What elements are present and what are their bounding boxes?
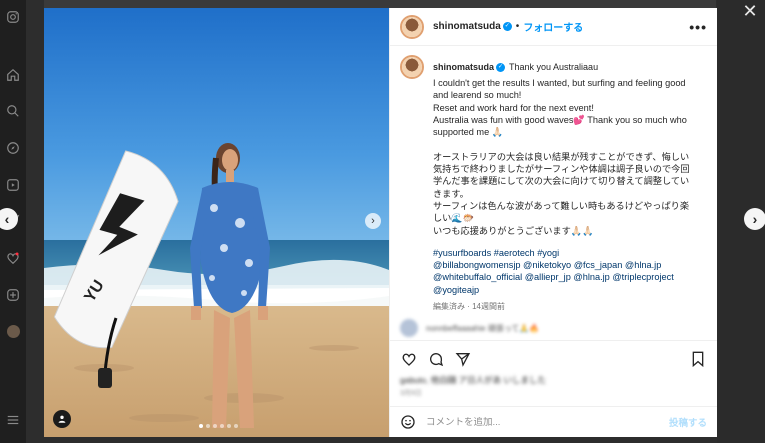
comment-input[interactable] [426,416,646,428]
edited-timestamp: 編集済み · 14週間前 [433,302,506,312]
next-post-button[interactable]: › [744,208,765,230]
post-photo[interactable]: YU › [44,8,389,437]
carousel-next-icon[interactable]: › [365,213,381,229]
commenter-avatar[interactable] [400,319,418,337]
caption-area: shinomatsuda ✓ Thank you Australiaau I c… [390,46,717,340]
verified-badge-icon: ✓ [496,62,506,72]
explore-icon[interactable] [4,139,22,157]
follow-button[interactable]: フォローする [523,19,583,34]
post-comment-button[interactable]: 投稿する [669,415,707,429]
user-tag-icon[interactable] [53,410,71,428]
author-avatar[interactable] [400,14,424,39]
carousel-dot [234,424,238,428]
like-heart-icon[interactable] [400,350,418,368]
post-date: 3月9日 [400,390,422,397]
separator: • [515,21,520,32]
comment-icon[interactable] [427,350,445,368]
post-details-panel: shinomatsuda ✓ • フォローする ••• shinomatsuda… [389,8,717,437]
comment-text: nonnbeffaaaahie 頑張って🙏🔥 [426,323,540,333]
carousel-dot [220,424,224,428]
profile-avatar-icon[interactable] [4,322,22,340]
post-header: shinomatsuda ✓ • フォローする ••• [390,8,717,46]
carousel-indicator [199,424,238,428]
emoji-icon[interactable] [400,414,416,430]
search-icon[interactable] [4,102,22,120]
save-bookmark-icon[interactable] [689,350,707,368]
instagram-logo-icon[interactable] [4,8,22,26]
menu-icon[interactable] [4,411,22,429]
create-icon[interactable] [4,286,22,304]
background-feed-strip [44,0,716,8]
reels-icon[interactable] [4,176,22,194]
more-options-icon[interactable]: ••• [689,19,707,35]
close-icon[interactable]: ✕ [741,2,759,20]
likes-summary[interactable]: gabuto, 他白鷗 ア日人があ いしました [400,374,546,386]
share-icon[interactable] [454,350,472,368]
verified-badge-icon: ✓ [502,22,512,31]
caption-hashtags[interactable]: #yusurfboards #aerotech #yogi @billabong… [433,247,703,296]
carousel-dot [213,424,217,428]
home-icon[interactable] [4,66,22,84]
comment-item: nonnbeffaaaahie 頑張って🙏🔥 [400,319,705,337]
caption-username[interactable]: shinomatsuda [433,61,494,73]
caption-text: I couldn't get the results I wanted, but… [433,78,690,236]
author-username[interactable]: shinomatsuda [433,21,501,32]
add-comment-bar: 投稿する [390,406,717,437]
action-bar [390,340,717,376]
carousel-dot [227,424,231,428]
post-modal: YU › shinomatsuda ✓ • フォローする ••• shinoma… [44,8,717,437]
notifications-icon[interactable] [4,249,22,267]
caption-author-avatar[interactable] [400,55,424,79]
carousel-dot [206,424,210,428]
caption-title: Thank you Australiaau [509,62,599,72]
carousel-dot [199,424,203,428]
